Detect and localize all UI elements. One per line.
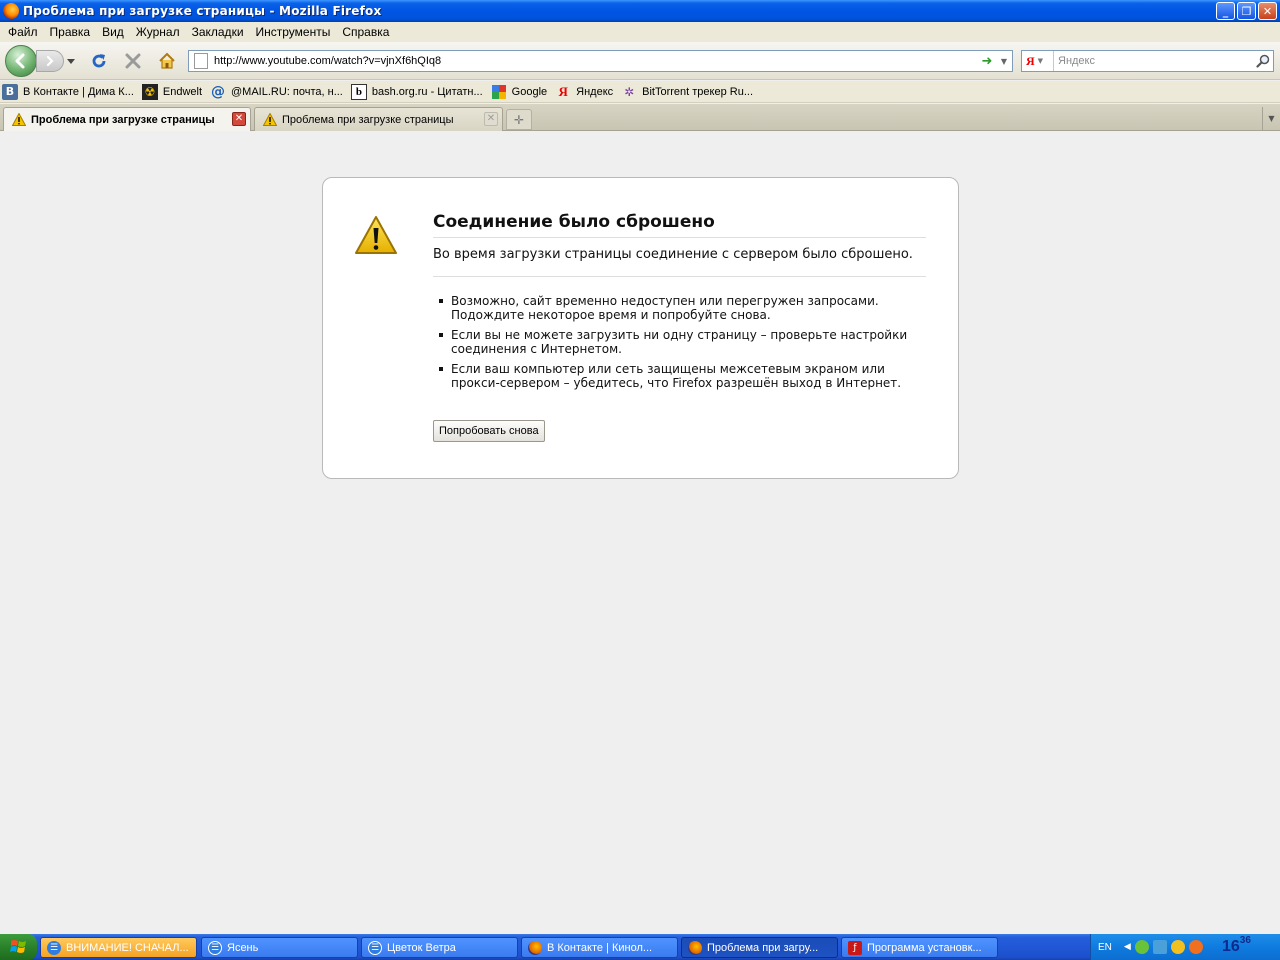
restore-button[interactable]: ❐ bbox=[1237, 2, 1256, 20]
menu-history[interactable]: Журнал bbox=[130, 25, 186, 39]
taskbar-item[interactable]: ☰ ВНИМАНИЕ! СНАЧАЛ... bbox=[40, 937, 197, 958]
error-description: Во время загрузки страницы соединение с … bbox=[433, 247, 926, 277]
back-button[interactable] bbox=[5, 45, 37, 77]
tray-icon[interactable] bbox=[1134, 940, 1149, 954]
forward-arrow-icon bbox=[46, 55, 54, 67]
clock[interactable]: 1636 bbox=[1222, 935, 1251, 956]
retry-button[interactable]: Попробовать снова bbox=[433, 420, 545, 442]
radiation-icon: ☢ bbox=[141, 83, 158, 100]
page-icon bbox=[194, 53, 208, 69]
minimize-button[interactable]: _ bbox=[1216, 2, 1235, 20]
menu-edit[interactable]: Правка bbox=[44, 25, 97, 39]
tab-active[interactable]: Проблема при загрузке страницы ✕ bbox=[3, 107, 251, 131]
bookmark-google[interactable]: Google bbox=[491, 84, 547, 100]
tab-close-button[interactable]: ✕ bbox=[232, 112, 246, 126]
home-icon bbox=[159, 52, 175, 69]
bash-icon: b bbox=[350, 83, 367, 100]
error-suggestions-list: Возможно, сайт временно недоступен или п… bbox=[437, 294, 927, 396]
error-box: Соединение было сброшено Во время загруз… bbox=[322, 177, 959, 479]
search-icon[interactable] bbox=[1253, 54, 1273, 68]
tab-strip: Проблема при загрузке страницы ✕ Проблем… bbox=[0, 104, 1280, 131]
page-content: Соединение было сброшено Во время загруз… bbox=[0, 131, 1280, 934]
bookmark-vkontakte[interactable]: B В Контакте | Дима К... bbox=[2, 83, 134, 100]
mailru-icon: @ bbox=[211, 83, 226, 100]
vk-icon: B bbox=[2, 83, 18, 100]
tab-inactive[interactable]: Проблема при загрузке страницы ✕ bbox=[254, 107, 503, 131]
warning-icon bbox=[263, 113, 277, 126]
bookmark-yandex[interactable]: Я Яндекс bbox=[555, 84, 613, 100]
firefox-icon bbox=[528, 940, 542, 955]
chat-icon: ☰ bbox=[47, 940, 61, 955]
url-bar[interactable]: ➜ ▼ bbox=[188, 50, 1013, 72]
engine-dropdown-icon: ▼ bbox=[1037, 57, 1044, 65]
firefox-icon bbox=[688, 940, 702, 955]
search-engine-selector[interactable]: Я ▼ bbox=[1022, 51, 1054, 71]
warning-icon bbox=[12, 113, 26, 126]
url-dropdown-icon[interactable]: ▼ bbox=[996, 57, 1012, 66]
search-bar[interactable]: Я ▼ bbox=[1021, 50, 1274, 72]
tray-icon[interactable] bbox=[1188, 940, 1203, 954]
chat-icon: ☰ bbox=[368, 940, 382, 955]
taskbar-item[interactable]: ƒ Программа установк... bbox=[841, 937, 998, 958]
flash-installer-icon: ƒ bbox=[848, 940, 862, 955]
taskbar-item[interactable]: В Контакте | Кинол... bbox=[521, 937, 678, 958]
url-input[interactable] bbox=[214, 55, 978, 67]
tray-icon[interactable] bbox=[1170, 940, 1185, 954]
list-item: Если вы не можете загрузить ни одну стра… bbox=[437, 328, 927, 356]
list-item: Если ваш компьютер или сеть защищены меж… bbox=[437, 362, 927, 390]
bookmark-mailru[interactable]: @ @MAIL.RU: почта, н... bbox=[210, 84, 343, 100]
windows-logo-icon bbox=[9, 940, 26, 953]
stop-button[interactable] bbox=[122, 51, 144, 71]
title-bar: Проблема при загрузке страницы - Mozilla… bbox=[0, 0, 1280, 22]
taskbar-item[interactable]: ☰ Цветок Ветра bbox=[361, 937, 518, 958]
chat-icon: ☰ bbox=[208, 940, 222, 955]
list-item: Возможно, сайт временно недоступен или п… bbox=[437, 294, 927, 322]
firefox-icon[interactable] bbox=[3, 3, 19, 19]
bookmarks-toolbar: B В Контакте | Дима К... ☢ Endwelt @ @MA… bbox=[0, 81, 1280, 103]
reload-button[interactable] bbox=[88, 51, 110, 71]
error-title: Соединение было сброшено bbox=[433, 212, 926, 238]
google-icon bbox=[491, 84, 507, 100]
forward-button[interactable] bbox=[36, 50, 64, 72]
large-warning-icon bbox=[355, 216, 397, 254]
search-input[interactable] bbox=[1054, 55, 1253, 67]
history-dropdown-icon[interactable] bbox=[65, 54, 77, 68]
bookmark-bittorrent[interactable]: ✲ BitTorrent трекер Ru... bbox=[621, 84, 753, 100]
back-arrow-icon bbox=[15, 53, 25, 69]
home-button[interactable] bbox=[156, 51, 178, 71]
stop-icon bbox=[125, 53, 141, 69]
close-window-button[interactable]: ✕ bbox=[1258, 2, 1277, 20]
menu-view[interactable]: Вид bbox=[96, 25, 130, 39]
torrent-icon: ✲ bbox=[624, 84, 635, 99]
menu-tools[interactable]: Инструменты bbox=[250, 25, 337, 39]
go-arrow-icon[interactable]: ➜ bbox=[978, 54, 996, 69]
start-button[interactable] bbox=[0, 934, 37, 960]
reload-icon bbox=[92, 54, 106, 68]
system-tray: EN ◀ bbox=[1090, 934, 1280, 960]
bookmark-endwelt[interactable]: ☢ Endwelt bbox=[141, 83, 202, 100]
taskbar: ☰ ВНИМАНИЕ! СНАЧАЛ... ☰ Ясень ☰ Цветок В… bbox=[0, 934, 1280, 960]
menu-file[interactable]: Файл bbox=[2, 25, 44, 39]
taskbar-item[interactable]: ☰ Ясень bbox=[201, 937, 358, 958]
tab-close-button[interactable]: ✕ bbox=[484, 112, 498, 126]
bookmark-bash[interactable]: b bash.org.ru - Цитатн... bbox=[350, 83, 483, 100]
network-icon[interactable] bbox=[1152, 940, 1167, 954]
window-title: Проблема при загрузке страницы - Mozilla… bbox=[23, 4, 382, 18]
tray-expand-icon[interactable]: ◀ bbox=[1124, 942, 1131, 952]
new-tab-button[interactable]: ✛ bbox=[506, 109, 532, 130]
menu-bar: Файл Правка Вид Журнал Закладки Инструме… bbox=[0, 22, 1280, 42]
yandex-icon: Я bbox=[558, 83, 568, 99]
menu-bookmarks[interactable]: Закладки bbox=[186, 25, 250, 39]
yandex-icon: Я bbox=[1026, 53, 1035, 68]
language-indicator[interactable]: EN bbox=[1098, 942, 1112, 953]
taskbar-item-active[interactable]: Проблема при загру... bbox=[681, 937, 838, 958]
list-all-tabs-icon[interactable]: ▼ bbox=[1262, 107, 1280, 130]
menu-help[interactable]: Справка bbox=[336, 25, 395, 39]
